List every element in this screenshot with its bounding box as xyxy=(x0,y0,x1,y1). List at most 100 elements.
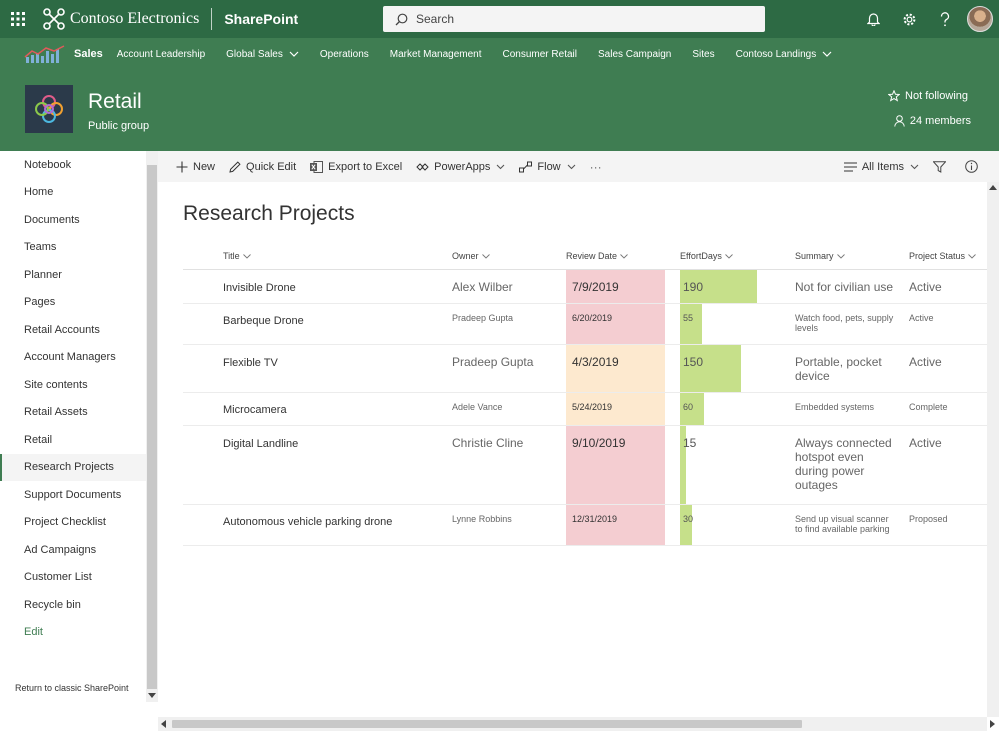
list-row[interactable]: Digital Landline Christie Cline 9/10/2019 1… xyxy=(183,426,987,505)
list-row[interactable]: Microcamera Adele Vance 5/24/2019 60 Embedde… xyxy=(183,393,987,426)
site-logo[interactable] xyxy=(25,85,73,133)
nav-item-home[interactable]: Home xyxy=(24,186,53,198)
nav-item-planner[interactable]: Planner xyxy=(24,269,62,281)
cell-project-status: Complete xyxy=(909,402,948,412)
column-header-title[interactable]: Title xyxy=(223,251,251,261)
nav-edit-link[interactable]: Edit xyxy=(24,626,43,638)
hub-item-sales-campaign[interactable]: Sales Campaign xyxy=(598,49,671,60)
cell-effort-days: 190 xyxy=(680,270,757,303)
chevron-down-icon xyxy=(567,164,576,169)
quick-edit-button[interactable]: Quick Edit xyxy=(229,161,296,173)
column-header-review-date[interactable]: Review Date xyxy=(566,251,628,261)
scroll-down-arrow-icon[interactable] xyxy=(148,693,156,698)
list-row[interactable]: Invisible Drone Alex Wilber 7/9/2019 190 Not… xyxy=(183,270,987,304)
cell-review-date: 12/31/2019 xyxy=(566,505,665,545)
brand[interactable]: Contoso Electronics SharePoint xyxy=(42,0,298,38)
follow-button[interactable]: Not following xyxy=(888,90,968,102)
cell-summary: Always connected hotspot even during pow… xyxy=(795,436,892,492)
brand-name: Contoso Electronics xyxy=(70,10,200,27)
cell-owner: Pradeep Gupta xyxy=(452,355,534,369)
hub-title[interactable]: Sales xyxy=(74,48,103,60)
cell-owner: Pradeep Gupta xyxy=(452,313,514,323)
cell-effort-days: 15 xyxy=(680,426,696,504)
nav-item-customer-list[interactable]: Customer List xyxy=(24,571,92,583)
list-row[interactable]: Flexible TV Pradeep Gupta 4/3/2019 150 Porta… xyxy=(183,345,987,393)
powerapps-button[interactable]: PowerApps xyxy=(416,161,505,173)
chevron-down-icon xyxy=(836,253,845,259)
nav-item-retail-accounts[interactable]: Retail Accounts xyxy=(24,324,100,336)
cell-review-date: 6/20/2019 xyxy=(566,304,665,344)
search-icon xyxy=(395,13,408,25)
command-bar: New Quick Edit Export to Excel PowerApps… xyxy=(158,151,999,182)
content-vertical-scrollbar[interactable] xyxy=(987,182,999,717)
suite-bar: Contoso Electronics SharePoint Search xyxy=(0,0,999,38)
plus-icon xyxy=(176,161,188,172)
members-button[interactable]: 24 members xyxy=(894,115,971,127)
hub-item-market-management[interactable]: Market Management xyxy=(390,49,482,60)
cell-effort-days: 60 xyxy=(680,393,704,425)
more-commands-button[interactable]: ··· xyxy=(590,160,602,174)
scroll-left-arrow-icon[interactable] xyxy=(161,720,166,728)
left-nav-scrollbar[interactable] xyxy=(146,151,158,702)
return-to-classic-link[interactable]: Return to classic SharePoint xyxy=(15,683,129,693)
nav-item-project-checklist[interactable]: Project Checklist xyxy=(24,516,106,528)
new-button[interactable]: New xyxy=(176,161,215,173)
export-to-excel-button[interactable]: Export to Excel xyxy=(310,160,402,173)
hub-item-global-sales[interactable]: Global Sales xyxy=(226,49,299,60)
cell-project-status: Active xyxy=(909,436,942,450)
nav-item-support-documents[interactable]: Support Documents xyxy=(24,489,121,501)
view-selector[interactable]: All Items xyxy=(843,161,919,173)
column-header-effort-days[interactable]: EffortDays xyxy=(680,251,733,261)
cell-owner: Christie Cline xyxy=(452,436,524,450)
column-header-project-status[interactable]: Project Status xyxy=(909,251,976,261)
info-button[interactable] xyxy=(965,160,983,173)
hub-item-consumer-retail[interactable]: Consumer Retail xyxy=(503,49,577,60)
column-header-summary[interactable]: Summary xyxy=(795,251,845,261)
hub-item-sites[interactable]: Sites xyxy=(692,49,714,60)
cell-title: Microcamera xyxy=(223,404,287,416)
nav-item-teams[interactable]: Teams xyxy=(24,241,56,253)
scroll-up-arrow-icon[interactable] xyxy=(989,185,997,190)
app-launcher-icon[interactable] xyxy=(0,0,36,38)
hub-item-account-leadership[interactable]: Account Leadership xyxy=(117,49,205,60)
nav-item-notebook[interactable]: Notebook xyxy=(24,159,71,171)
nav-item-ad-campaigns[interactable]: Ad Campaigns xyxy=(24,544,96,556)
nav-item-research-projects[interactable]: Research Projects xyxy=(0,454,146,481)
chevron-down-icon xyxy=(497,164,505,169)
horizontal-scrollbar[interactable] xyxy=(158,717,995,731)
filter-button[interactable] xyxy=(933,160,951,173)
scrollbar-thumb[interactable] xyxy=(172,720,802,728)
chevron-down-icon xyxy=(968,253,976,259)
nav-item-account-managers[interactable]: Account Managers xyxy=(24,351,116,363)
app-name[interactable]: SharePoint xyxy=(224,11,298,27)
notifications-bell-icon[interactable] xyxy=(855,0,891,38)
flow-button[interactable]: Flow xyxy=(519,161,576,173)
user-avatar[interactable] xyxy=(967,6,993,32)
chevron-down-icon xyxy=(620,253,628,259)
hub-item-operations[interactable]: Operations xyxy=(320,49,369,60)
hub-item-contoso-landings[interactable]: Contoso Landings xyxy=(736,49,833,60)
nav-item-recycle-bin[interactable]: Recycle bin xyxy=(24,599,81,611)
pencil-icon xyxy=(229,160,241,173)
nav-item-documents[interactable]: Documents xyxy=(24,214,80,226)
help-question-icon[interactable] xyxy=(927,0,963,38)
nav-item-pages[interactable]: Pages xyxy=(24,296,55,308)
nav-item-retail[interactable]: Retail xyxy=(24,434,52,446)
cell-title: Autonomous vehicle parking drone xyxy=(223,516,393,528)
column-header-owner[interactable]: Owner xyxy=(452,251,490,261)
retail-flower-logo-icon xyxy=(35,95,63,123)
nav-item-retail-assets[interactable]: Retail Assets xyxy=(24,406,88,418)
scroll-right-arrow-icon[interactable] xyxy=(990,720,995,728)
search-box[interactable]: Search xyxy=(383,6,765,32)
excel-icon xyxy=(310,160,324,173)
cell-owner: Adele Vance xyxy=(452,402,503,412)
chevron-down-icon xyxy=(910,164,919,169)
site-title: Retail xyxy=(88,90,142,113)
list-row[interactable]: Barbeque Drone Pradeep Gupta 6/20/2019 55 Wa… xyxy=(183,304,987,345)
scrollbar-thumb[interactable] xyxy=(147,165,157,689)
list-row[interactable]: Autonomous vehicle parking drone Lynne Ro… xyxy=(183,505,987,546)
sales-chart-logo-icon xyxy=(24,45,65,63)
site-header: Retail Public group Not following 24 mem… xyxy=(0,70,999,151)
settings-gear-icon[interactable] xyxy=(891,0,927,38)
nav-item-site-contents[interactable]: Site contents xyxy=(24,379,88,391)
